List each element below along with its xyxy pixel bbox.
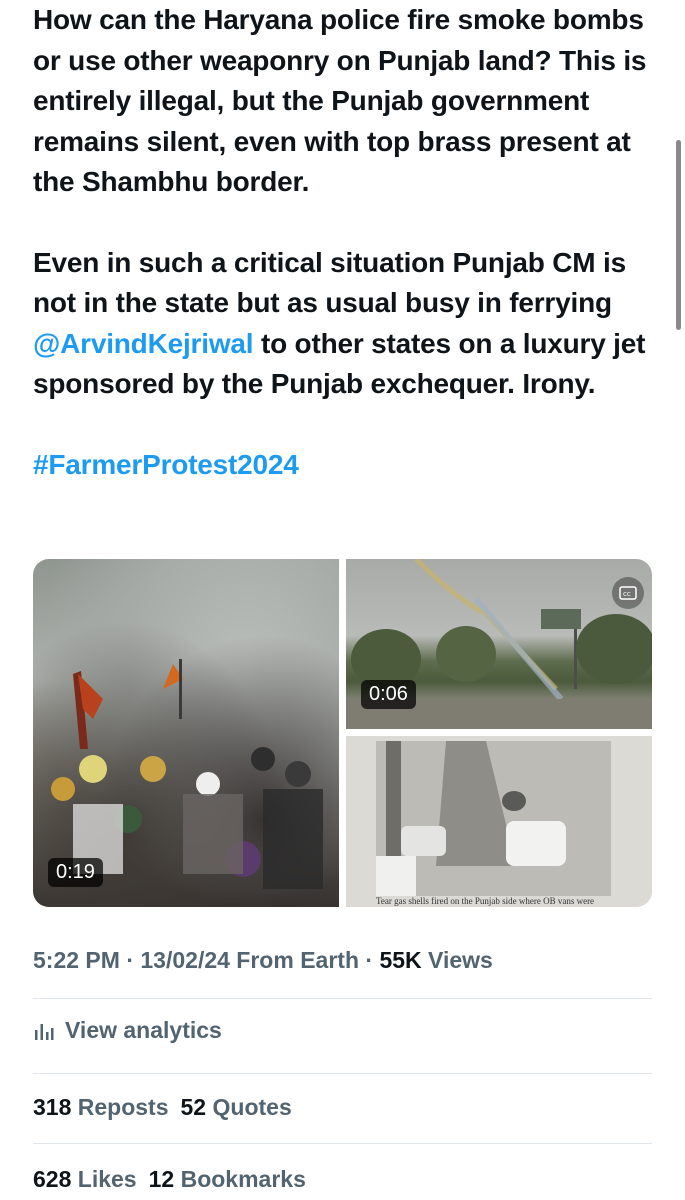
likes-bookmarks-row: 628 Likes 12 Bookmarks: [33, 1166, 306, 1193]
divider: [33, 998, 652, 999]
meta-separator: ·: [359, 947, 380, 973]
reposts-count: 318: [33, 1094, 72, 1120]
views-count: 55K: [379, 947, 422, 973]
captions-icon[interactable]: cc: [612, 577, 644, 609]
reposts-link[interactable]: 318 Reposts: [33, 1094, 169, 1120]
likes-count: 628: [33, 1166, 72, 1192]
tweet-time[interactable]: 5:22 PM: [33, 947, 120, 973]
divider: [33, 1073, 652, 1074]
bookmarks-count: 12: [148, 1166, 175, 1192]
mention-link[interactable]: @ArvindKejriwal: [33, 328, 254, 359]
bookmarks-link[interactable]: 12 Bookmarks: [149, 1166, 306, 1192]
scrollbar[interactable]: [676, 140, 681, 330]
crowd-illustration: [51, 659, 323, 889]
reposts-quotes-row: 318 Reposts 52 Quotes: [33, 1094, 292, 1121]
reposts-label: Reposts: [77, 1094, 169, 1120]
likes-link[interactable]: 628 Likes: [33, 1166, 137, 1192]
divider: [33, 1143, 652, 1144]
view-analytics-button[interactable]: View analytics: [33, 1017, 222, 1044]
analytics-icon: [35, 1023, 54, 1040]
hashtag-link[interactable]: #FarmerProtest2024: [33, 449, 299, 480]
tweet-text: How can the Haryana police fire smoke bo…: [33, 0, 658, 485]
newspaper-image[interactable]: Tear gas shells fired on the Punjab side…: [346, 736, 652, 907]
tweet-meta: 5:22 PM · 13/02/24 From Earth · 55K View…: [33, 947, 493, 974]
newspaper-caption: Tear gas shells fired on the Punjab side…: [376, 896, 595, 906]
video-duration: 0:06: [361, 680, 416, 709]
tweet-source: From Earth: [229, 947, 359, 973]
quotes-label: Quotes: [212, 1094, 292, 1120]
likes-label: Likes: [77, 1166, 137, 1192]
views-label: Views: [421, 947, 493, 973]
newspaper-photo-illustration: [346, 736, 652, 907]
meta-separator: ·: [119, 947, 141, 973]
media-grid: 0:19 cc 0:06 Tear gas shells fired on th…: [33, 559, 652, 907]
video-thumbnail-1[interactable]: 0:19: [33, 559, 339, 907]
tweet-text-segment: Even in such a critical situation Punjab…: [33, 246, 626, 319]
bookmarks-label: Bookmarks: [180, 1166, 306, 1192]
video-duration: 0:19: [48, 858, 103, 887]
view-analytics-label: View analytics: [65, 1017, 222, 1043]
quotes-link[interactable]: 52 Quotes: [181, 1094, 292, 1120]
tweet-paragraph-1: How can the Haryana police fire smoke bo…: [33, 4, 647, 197]
quotes-count: 52: [180, 1094, 207, 1120]
tweet-date[interactable]: 13/02/24: [140, 947, 230, 973]
svg-text:cc: cc: [623, 590, 631, 598]
video-thumbnail-2[interactable]: cc 0:06: [346, 559, 652, 729]
tweet-paragraph-2: Even in such a critical situation Punjab…: [33, 243, 658, 405]
